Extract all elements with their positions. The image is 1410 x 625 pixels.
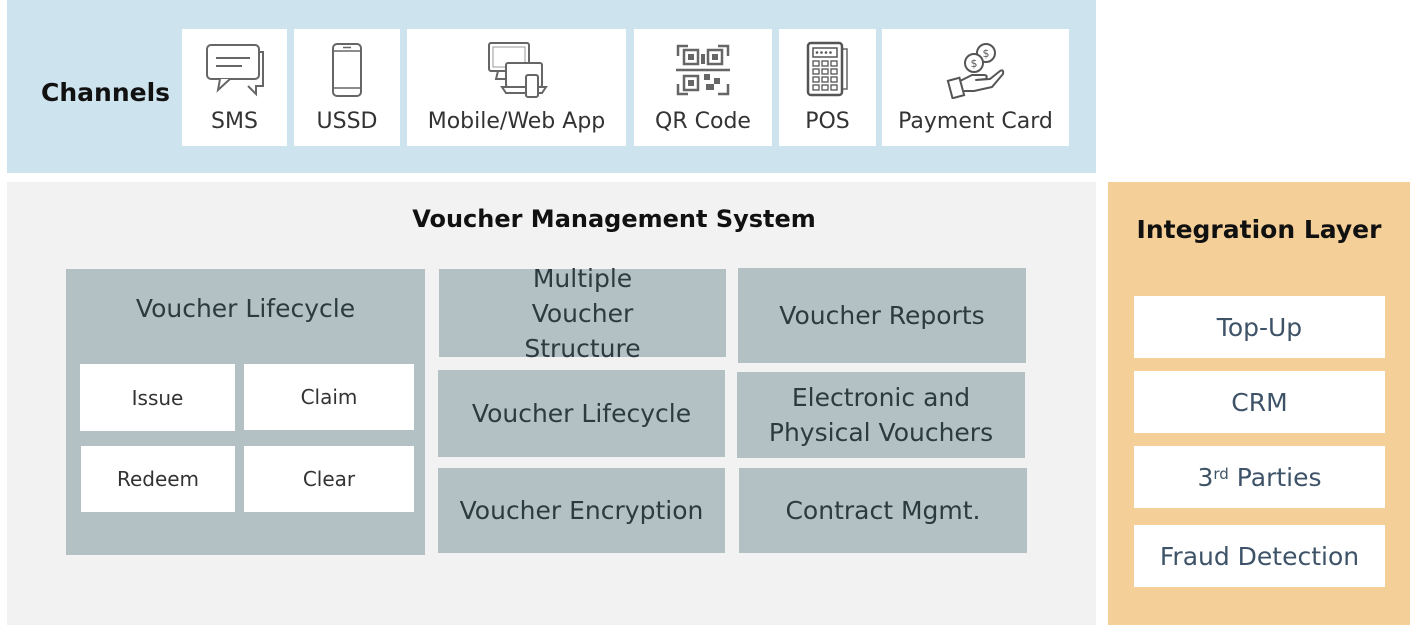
module-voucher-reports: Voucher Reports: [738, 268, 1026, 363]
integration-fraud-detection: Fraud Detection: [1134, 525, 1385, 587]
channel-ussd: USSD: [294, 29, 400, 146]
integration-top-up: Top-Up: [1134, 296, 1385, 358]
module-electronic-physical-vouchers: Electronic and Physical Vouchers: [737, 372, 1025, 458]
lifecycle-panel-title: Voucher Lifecycle: [135, 294, 356, 323]
channel-label: USSD: [316, 109, 378, 134]
vms-title: Voucher Management System: [412, 205, 816, 233]
svg-text:$: $: [982, 47, 989, 60]
lifecycle-action-issue: Issue: [80, 364, 235, 431]
channel-qr-code: QR Code: [634, 29, 772, 146]
third-parties-number: 3: [1197, 462, 1214, 492]
hand-coins-icon: $ $: [946, 43, 1004, 99]
devices-icon: [487, 42, 548, 98]
third-parties-ordinal: rd: [1213, 465, 1229, 483]
sms-chat-icon: [205, 44, 264, 97]
lifecycle-action-claim: Claim: [244, 364, 414, 430]
pos-terminal-icon: [806, 41, 848, 97]
channel-label: Payment Card: [898, 109, 1053, 134]
lifecycle-action-redeem: Redeem: [81, 446, 235, 512]
mobile-phone-icon: [332, 43, 362, 97]
channel-label: QR Code: [655, 109, 751, 134]
channel-label: SMS: [211, 109, 258, 134]
channel-mobile-web-app: Mobile/Web App: [407, 29, 626, 146]
channel-payment-card: $ $ Payment Card: [882, 29, 1069, 146]
svg-text:$: $: [970, 57, 977, 70]
channels-title: Channels: [41, 78, 171, 107]
channel-label: POS: [805, 109, 850, 134]
qr-code-icon: [676, 44, 730, 96]
lifecycle-action-clear: Clear: [244, 446, 414, 512]
module-contract-mgmt: Contract Mgmt.: [739, 468, 1027, 553]
channel-sms: SMS: [182, 29, 287, 146]
third-parties-text: Parties: [1228, 462, 1322, 492]
channel-pos: POS: [779, 29, 876, 146]
module-voucher-encryption: Voucher Encryption: [438, 468, 725, 553]
module-multiple-voucher-structure: Multiple Voucher Structure: [439, 264, 726, 363]
channel-label: Mobile/Web App: [427, 109, 606, 134]
integration-crm: CRM: [1134, 371, 1385, 433]
integration-title: Integration Layer: [1136, 215, 1382, 244]
module-voucher-lifecycle: Voucher Lifecycle: [438, 370, 725, 457]
integration-third-parties: 3rd Parties: [1134, 446, 1385, 508]
